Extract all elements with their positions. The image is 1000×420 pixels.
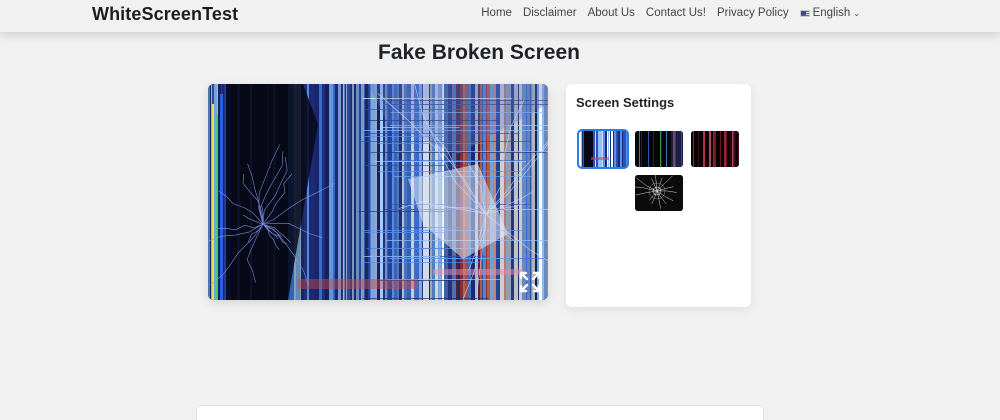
screen-option-dark-lines[interactable]	[635, 131, 683, 167]
content-panel	[196, 405, 764, 420]
broken-screen-preview[interactable]	[208, 84, 548, 300]
broken-screen-image	[208, 84, 548, 300]
screen-option-red-glitch[interactable]	[691, 131, 739, 167]
nav-links: Home Disclaimer About Us Contact Us! Pri…	[481, 7, 860, 19]
nav-privacy-policy[interactable]: Privacy Policy	[717, 7, 789, 19]
screen-option-cracked-glass[interactable]	[635, 175, 683, 211]
nav-about-us[interactable]: About Us	[588, 7, 635, 19]
page-title: Fake Broken Screen	[378, 41, 580, 64]
nav-home[interactable]: Home	[481, 7, 512, 19]
expand-icon[interactable]	[518, 270, 542, 294]
nav-disclaimer[interactable]: Disclaimer	[523, 7, 577, 19]
language-selector[interactable]: English ⌄	[799, 7, 860, 19]
chevron-down-icon: ⌄	[853, 8, 860, 18]
screen-style-options	[577, 129, 740, 211]
screen-option-broken-blue[interactable]	[577, 129, 629, 169]
language-label: English	[812, 7, 851, 19]
navbar: WhiteScreenTest Home Disclaimer About Us…	[0, 0, 1000, 32]
screen-settings-title: Screen Settings	[576, 95, 675, 110]
us-flag-icon	[799, 9, 810, 17]
nav-contact-us[interactable]: Contact Us!	[646, 7, 706, 19]
screen-settings-panel: Screen Settings	[566, 84, 751, 307]
brand-logo[interactable]: WhiteScreenTest	[92, 4, 238, 25]
